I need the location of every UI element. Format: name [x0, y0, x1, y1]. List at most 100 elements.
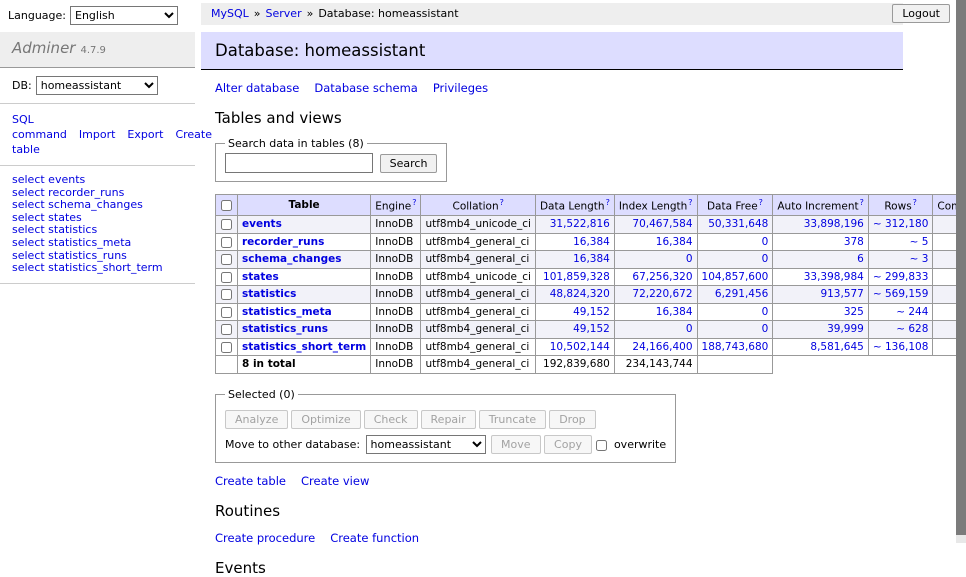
- data-length-link[interactable]: 101,859,328: [543, 271, 610, 283]
- table-name-link[interactable]: statistics: [242, 288, 296, 300]
- table-name-link[interactable]: statistics_meta: [242, 306, 332, 318]
- sidebar-action-link[interactable]: SQL command: [12, 113, 67, 141]
- select-all-checkbox[interactable]: [221, 200, 232, 211]
- selected-action-button[interactable]: Repair: [421, 410, 476, 429]
- auto-increment-link[interactable]: 33,898,196: [804, 218, 864, 230]
- column-help-link[interactable]: ?: [913, 198, 917, 207]
- rows-link[interactable]: ~ 312,180: [873, 218, 929, 230]
- sidebar-table-link[interactable]: select schema_changes: [12, 198, 143, 211]
- row-checkbox[interactable]: [221, 272, 232, 283]
- data-free-link[interactable]: 6,291,456: [715, 288, 768, 300]
- sidebar-table-link[interactable]: select statistics_short_term: [12, 261, 163, 274]
- table-name-link[interactable]: events: [242, 218, 282, 230]
- auto-increment-link[interactable]: 8,581,645: [810, 341, 863, 353]
- index-length-link[interactable]: 16,384: [656, 236, 693, 248]
- column-help-link[interactable]: ?: [759, 198, 763, 207]
- data-free-link[interactable]: 0: [762, 253, 769, 265]
- content-link[interactable]: Create table: [215, 474, 286, 488]
- search-input[interactable]: [225, 153, 373, 173]
- index-length-link[interactable]: 24,166,400: [632, 341, 692, 353]
- rows-link[interactable]: ~ 136,108: [873, 341, 929, 353]
- row-checkbox[interactable]: [221, 219, 232, 230]
- sidebar-table-link[interactable]: select statistics_meta: [12, 236, 131, 249]
- row-checkbox[interactable]: [221, 342, 232, 353]
- data-length-link[interactable]: 49,152: [573, 323, 610, 335]
- row-checkbox[interactable]: [221, 324, 232, 335]
- column-help-link[interactable]: ?: [500, 198, 504, 207]
- selected-action-button[interactable]: Drop: [549, 410, 595, 429]
- column-help-link[interactable]: ?: [860, 198, 864, 207]
- overwrite-checkbox[interactable]: [596, 440, 607, 451]
- rows-link[interactable]: ~ 299,833: [873, 271, 929, 283]
- scrollbar-thumb[interactable]: [956, 0, 966, 535]
- content-link[interactable]: Alter database: [215, 81, 299, 95]
- sidebar-table-link[interactable]: select recorder_runs: [12, 186, 124, 199]
- scrollbar[interactable]: [956, 0, 966, 543]
- auto-increment-link[interactable]: 6: [857, 253, 864, 265]
- copy-button[interactable]: Copy: [544, 435, 592, 454]
- data-free-link[interactable]: 0: [762, 323, 769, 335]
- data-free-link[interactable]: 104,857,600: [702, 271, 769, 283]
- index-length-link[interactable]: 72,220,672: [632, 288, 692, 300]
- data-length-link[interactable]: 10,502,144: [550, 341, 610, 353]
- data-length-link[interactable]: 16,384: [573, 236, 610, 248]
- sidebar-table-link[interactable]: select events: [12, 173, 85, 186]
- data-free-link[interactable]: 50,331,648: [708, 218, 768, 230]
- index-length-link[interactable]: 70,467,584: [632, 218, 692, 230]
- index-length-link[interactable]: 0: [686, 323, 693, 335]
- table-name-link[interactable]: states: [242, 271, 279, 283]
- rows-link[interactable]: ~ 569,159: [873, 288, 929, 300]
- data-length-link[interactable]: 31,522,816: [550, 218, 610, 230]
- adminer-home-link[interactable]: Adminer: [12, 39, 75, 57]
- sidebar-action-link[interactable]: Export: [127, 128, 163, 141]
- auto-increment-link[interactable]: 325: [844, 306, 864, 318]
- content-link[interactable]: Create view: [301, 474, 369, 488]
- row-checkbox[interactable]: [221, 307, 232, 318]
- sidebar-table-link[interactable]: select statistics_runs: [12, 249, 127, 262]
- data-free-link[interactable]: 0: [762, 306, 769, 318]
- content-link[interactable]: Create function: [330, 531, 419, 545]
- rows-link[interactable]: ~ 628: [896, 323, 928, 335]
- content-link[interactable]: Privileges: [433, 81, 488, 95]
- table-name-link[interactable]: statistics_runs: [242, 323, 328, 335]
- rows-link[interactable]: ~ 3: [910, 253, 929, 265]
- search-button[interactable]: Search: [380, 154, 438, 173]
- selected-action-button[interactable]: Check: [364, 410, 418, 429]
- sidebar-action-link[interactable]: Import: [79, 128, 116, 141]
- row-checkbox[interactable]: [221, 254, 232, 265]
- column-help-link[interactable]: ?: [688, 198, 692, 207]
- data-length-link[interactable]: 49,152: [573, 306, 610, 318]
- logout-button[interactable]: Logout: [892, 4, 950, 23]
- table-name-link[interactable]: statistics_short_term: [242, 341, 366, 353]
- selected-action-button[interactable]: Optimize: [291, 410, 360, 429]
- table-name-link[interactable]: recorder_runs: [242, 236, 324, 248]
- sidebar-table-link[interactable]: select statistics: [12, 223, 97, 236]
- table-name-link[interactable]: schema_changes: [242, 253, 342, 265]
- content-link[interactable]: Database schema: [314, 81, 417, 95]
- language-select[interactable]: English: [70, 6, 178, 25]
- index-length-link[interactable]: 67,256,320: [632, 271, 692, 283]
- data-free-link[interactable]: 0: [762, 236, 769, 248]
- index-length-link[interactable]: 0: [686, 253, 693, 265]
- move-db-select[interactable]: homeassistant: [366, 435, 486, 454]
- auto-increment-link[interactable]: 39,999: [827, 323, 864, 335]
- data-free-link[interactable]: 188,743,680: [702, 341, 769, 353]
- column-help-link[interactable]: ?: [412, 198, 416, 207]
- auto-increment-link[interactable]: 33,398,984: [804, 271, 864, 283]
- breadcrumb-link-mysql[interactable]: MySQL: [211, 7, 249, 20]
- selected-action-button[interactable]: Truncate: [479, 410, 546, 429]
- auto-increment-link[interactable]: 378: [844, 236, 864, 248]
- move-button[interactable]: Move: [491, 435, 541, 454]
- sidebar-table-link[interactable]: select states: [12, 211, 82, 224]
- auto-increment-link[interactable]: 913,577: [820, 288, 863, 300]
- row-checkbox[interactable]: [221, 237, 232, 248]
- column-help-link[interactable]: ?: [606, 198, 610, 207]
- index-length-link[interactable]: 16,384: [656, 306, 693, 318]
- data-length-link[interactable]: 16,384: [573, 253, 610, 265]
- row-checkbox[interactable]: [221, 289, 232, 300]
- content-link[interactable]: Create procedure: [215, 531, 315, 545]
- db-select[interactable]: homeassistant: [36, 76, 158, 95]
- selected-action-button[interactable]: Analyze: [225, 410, 288, 429]
- data-length-link[interactable]: 48,824,320: [550, 288, 610, 300]
- rows-link[interactable]: ~ 244: [896, 306, 928, 318]
